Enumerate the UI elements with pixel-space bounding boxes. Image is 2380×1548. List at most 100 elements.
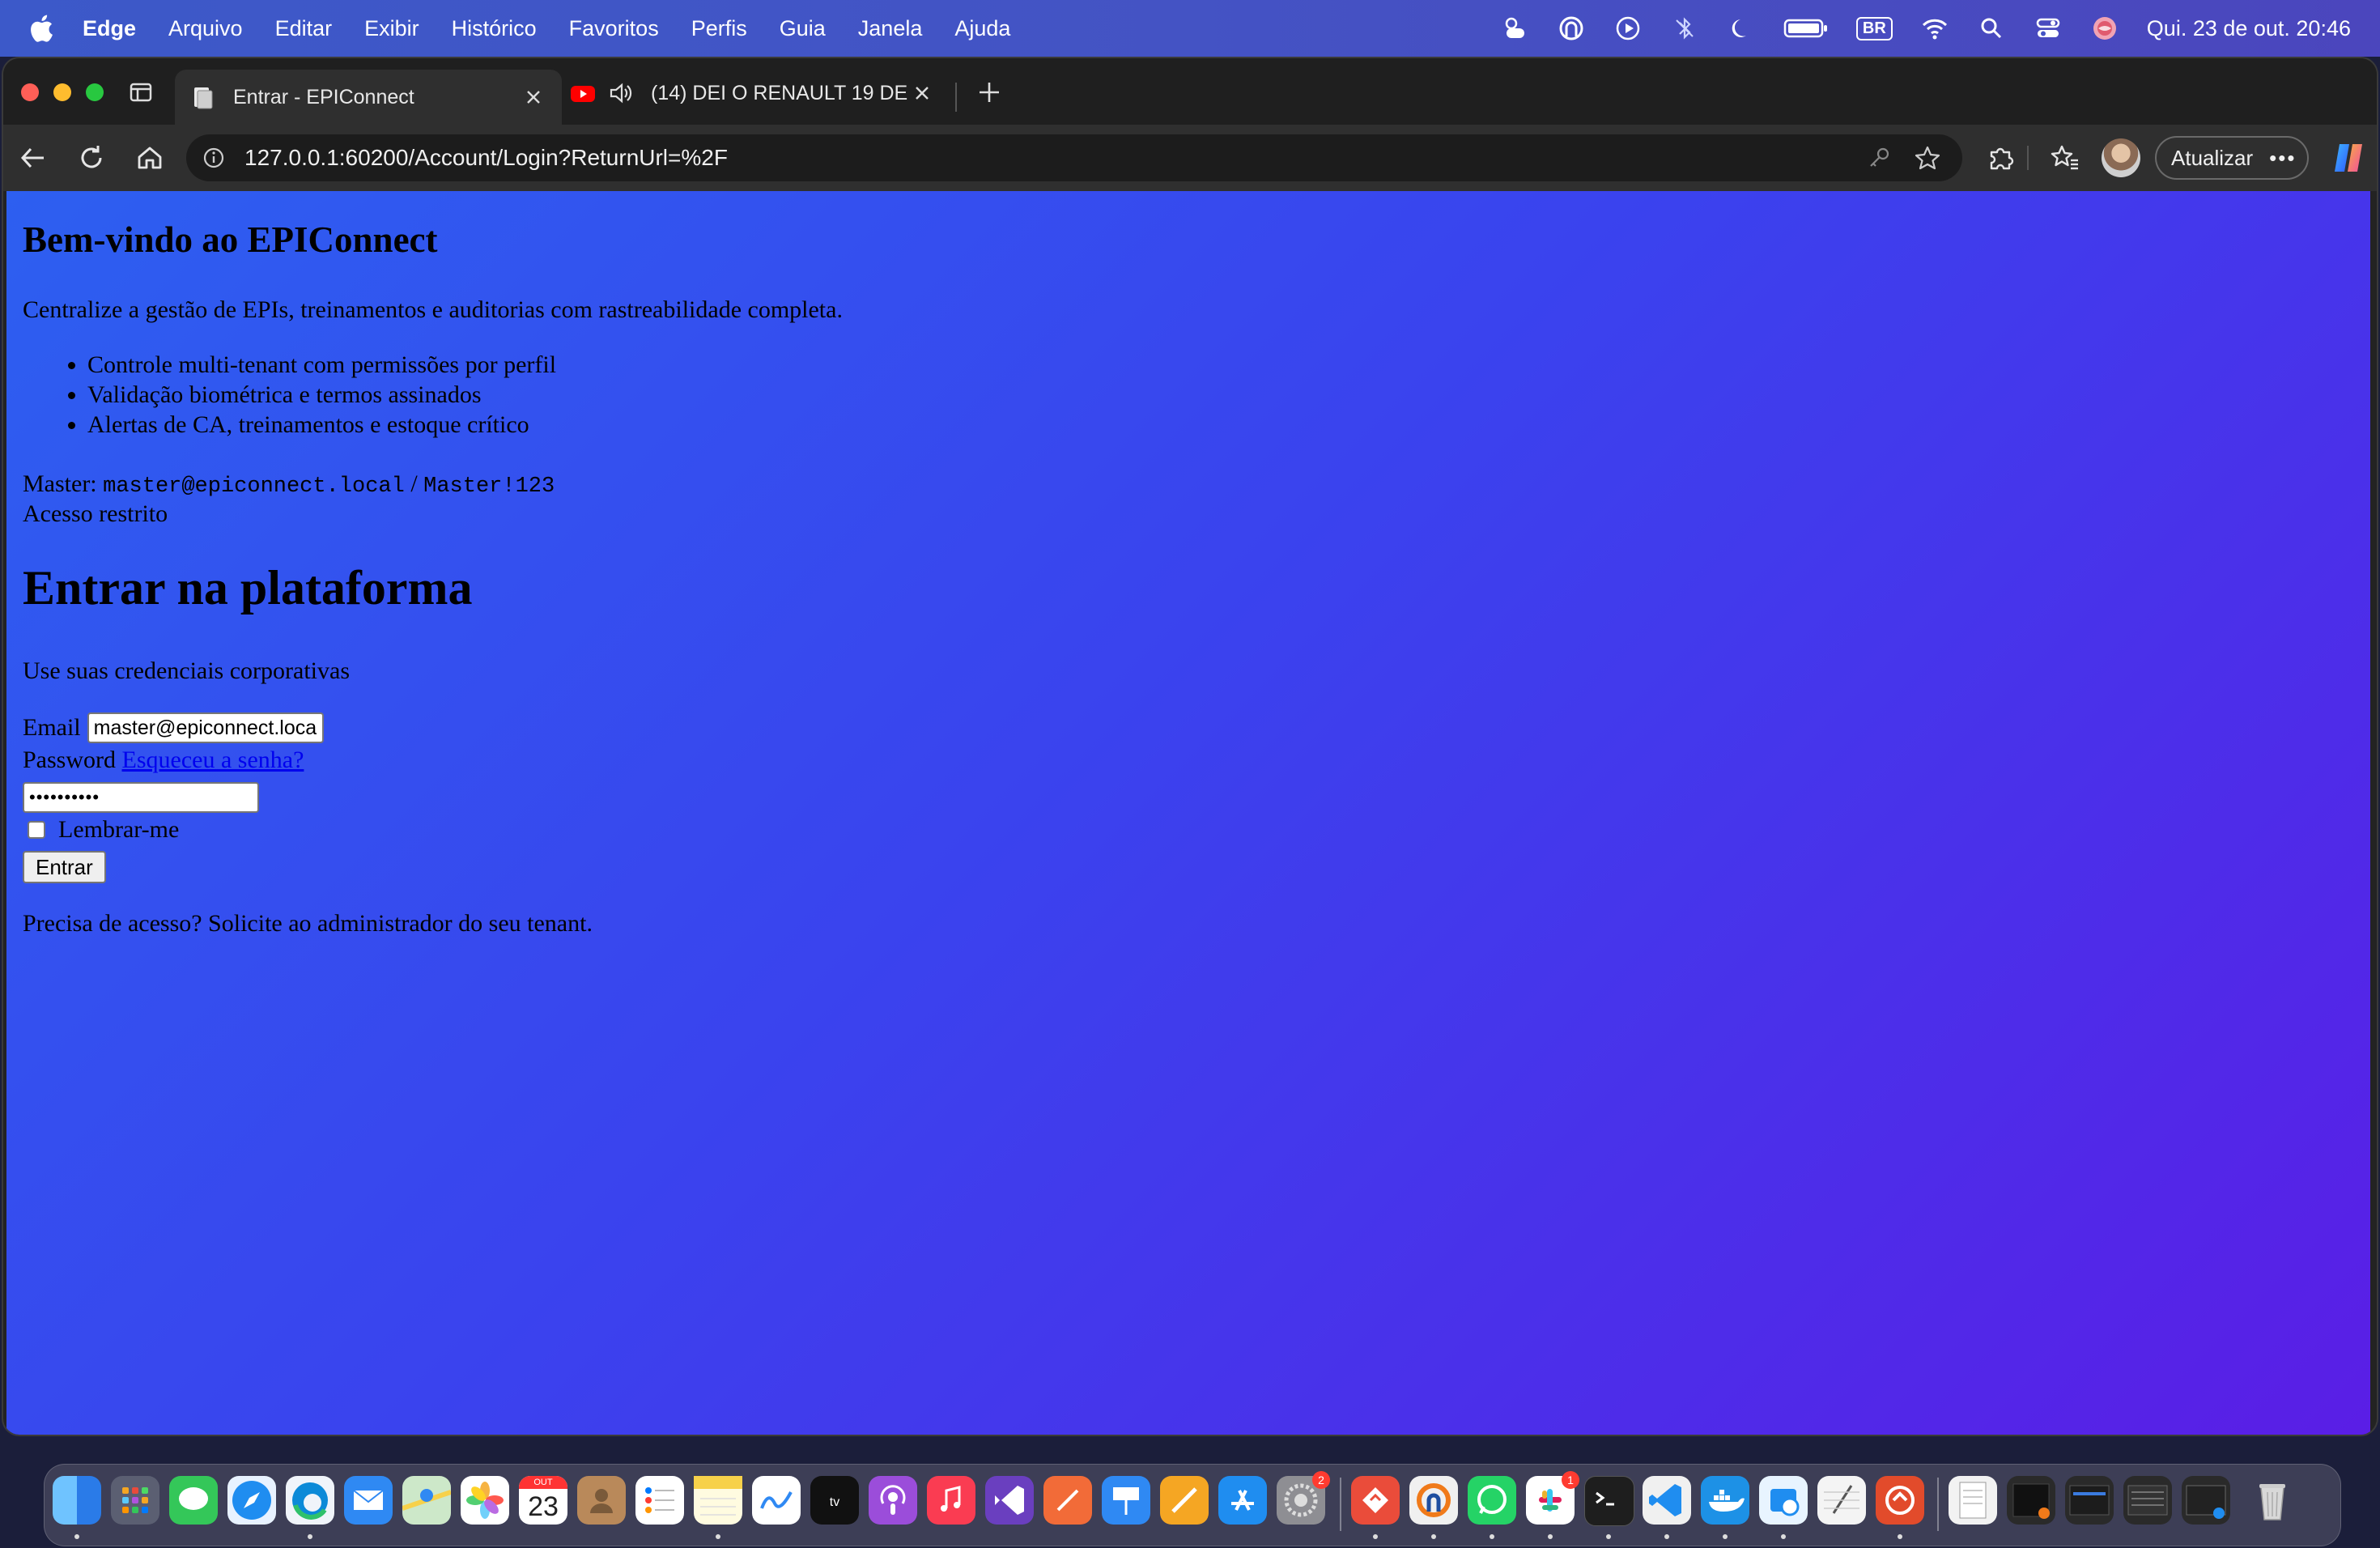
menu-ajuda[interactable]: Ajuda <box>954 16 1010 41</box>
finder-icon[interactable] <box>53 1476 101 1525</box>
add-favorite-star-icon[interactable] <box>1914 144 1941 172</box>
trash-icon[interactable] <box>2248 1476 2297 1525</box>
window-zoom-button[interactable] <box>86 83 104 101</box>
sql-client-icon[interactable] <box>1876 1476 1924 1525</box>
reload-icon[interactable] <box>74 141 108 175</box>
git-client-icon[interactable] <box>1351 1476 1400 1525</box>
master-separator: / <box>410 470 418 497</box>
minimized-window-2[interactable] <box>2065 1476 2114 1525</box>
notes-icon[interactable] <box>694 1476 742 1525</box>
url-text[interactable]: 127.0.0.1:60200/Account/Login?ReturnUrl=… <box>244 145 728 171</box>
window-close-button[interactable] <box>21 83 39 101</box>
safari-icon[interactable] <box>227 1476 276 1525</box>
running-indicator <box>1898 1534 1902 1539</box>
master-password: Master!123 <box>423 474 555 499</box>
running-indicator <box>1373 1534 1378 1539</box>
minimized-window-1[interactable] <box>2007 1476 2055 1525</box>
terminal-icon[interactable] <box>1584 1476 1634 1526</box>
back-arrow-icon[interactable] <box>16 141 50 175</box>
new-tab-icon[interactable] <box>975 78 1004 107</box>
more-dots-icon[interactable]: ••• <box>2269 146 2296 171</box>
music-icon[interactable] <box>927 1476 975 1525</box>
edge-icon[interactable] <box>286 1476 334 1525</box>
menu-favoritos[interactable]: Favoritos <box>569 16 659 41</box>
maps-icon[interactable] <box>402 1476 452 1525</box>
vpn-icon[interactable] <box>1557 14 1586 43</box>
slack-icon[interactable]: 1 <box>1526 1471 1579 1525</box>
weather-icon[interactable] <box>1500 14 1529 43</box>
vpn-app-icon[interactable] <box>1409 1476 1458 1525</box>
tab-youtube[interactable]: (14) DEI O RENAULT 19 DE <box>570 70 950 117</box>
minimized-window-4[interactable] <box>2182 1476 2230 1525</box>
tab-entrar-epiconnect[interactable]: Entrar - EPIConnect <box>175 70 562 125</box>
copilot-icon[interactable] <box>2328 138 2369 178</box>
feature-list: Controle multi-tenant com permissões por… <box>23 350 556 440</box>
menu-perfis[interactable]: Perfis <box>691 16 747 41</box>
bluetooth-off-icon[interactable] <box>1670 14 1699 43</box>
menu-historico[interactable]: Histórico <box>452 16 537 41</box>
home-icon[interactable] <box>133 141 167 175</box>
photos-icon[interactable] <box>461 1476 509 1525</box>
spotlight-search-icon[interactable] <box>1977 14 2006 43</box>
reminders-icon[interactable] <box>635 1476 684 1525</box>
apple-tv-icon[interactable]: tv <box>810 1476 859 1525</box>
text-editor-icon[interactable] <box>1817 1476 1866 1525</box>
whatsapp-icon[interactable] <box>1468 1476 1516 1525</box>
visual-studio-icon[interactable] <box>985 1476 1034 1525</box>
menu-editar[interactable]: Editar <box>275 16 333 41</box>
control-center-icon[interactable] <box>2034 14 2063 43</box>
podcasts-icon[interactable] <box>869 1476 917 1525</box>
keynote-icon[interactable] <box>1102 1476 1150 1525</box>
messages-icon[interactable] <box>169 1476 218 1525</box>
email-field[interactable] <box>87 712 324 743</box>
minimized-window-3[interactable] <box>2123 1476 2172 1525</box>
contacts-icon[interactable] <box>577 1476 626 1525</box>
menu-arquivo[interactable]: Arquivo <box>168 16 243 41</box>
menu-clock[interactable]: Qui. 23 de out. 20:46 <box>2147 16 2351 41</box>
menu-janela[interactable]: Janela <box>858 16 923 41</box>
running-indicator <box>1490 1534 1494 1539</box>
remember-me-checkbox[interactable] <box>28 821 45 839</box>
database-tool-icon[interactable] <box>1759 1476 1808 1525</box>
wifi-icon[interactable] <box>1920 14 1949 43</box>
site-info-icon[interactable] <box>202 147 225 169</box>
address-bar[interactable]: 127.0.0.1:60200/Account/Login?ReturnUrl=… <box>186 134 1962 181</box>
profile-avatar[interactable] <box>2102 138 2140 177</box>
favorites-icon[interactable] <box>2048 141 2082 175</box>
pages-icon[interactable] <box>1160 1476 1209 1525</box>
extensions-puzzle-icon[interactable] <box>1983 141 2017 175</box>
freeform-icon[interactable] <box>752 1476 801 1525</box>
play-status-icon[interactable] <box>1613 14 1643 43</box>
calendar-icon[interactable]: OUT 23 <box>519 1476 567 1525</box>
docker-icon[interactable] <box>1701 1476 1749 1525</box>
battery-icon[interactable] <box>1783 14 1829 43</box>
close-tab-icon[interactable] <box>912 83 933 104</box>
speaker-audio-icon[interactable] <box>607 79 635 107</box>
close-tab-icon[interactable] <box>523 87 544 108</box>
tab-actions-icon[interactable] <box>128 79 154 105</box>
forgot-password-link[interactable]: Esqueceu a senha? <box>122 746 304 773</box>
running-indicator <box>1548 1534 1553 1539</box>
postman-style-icon[interactable] <box>1043 1476 1092 1525</box>
system-settings-icon[interactable]: 2 <box>1277 1471 1330 1525</box>
password-key-icon[interactable] <box>1867 146 1891 170</box>
menu-guia[interactable]: Guia <box>780 16 826 41</box>
window-minimize-button[interactable] <box>53 83 71 101</box>
focus-moon-icon[interactable] <box>1727 14 1756 43</box>
document-stack-icon[interactable] <box>1949 1476 1997 1525</box>
password-label: Password <box>23 746 117 773</box>
remember-me-label[interactable]: Lembrar-me <box>58 816 179 844</box>
menu-exibir[interactable]: Exibir <box>364 16 419 41</box>
menu-app-edge[interactable]: Edge <box>83 16 136 41</box>
menu-bar: Edge Arquivo Editar Exibir Histórico Fav… <box>0 0 2380 57</box>
password-field[interactable]: •••••••••• <box>23 782 259 813</box>
vscode-icon[interactable] <box>1643 1476 1691 1525</box>
apple-logo-icon[interactable] <box>29 14 53 43</box>
app-store-icon[interactable] <box>1218 1476 1267 1525</box>
launchpad-icon[interactable] <box>111 1476 159 1525</box>
mail-icon[interactable] <box>344 1476 393 1525</box>
siri-icon[interactable] <box>2090 14 2119 43</box>
login-submit-button[interactable]: Entrar <box>23 851 106 883</box>
update-button[interactable]: Atualizar ••• <box>2155 136 2309 180</box>
input-source-badge[interactable]: BR <box>1855 16 1893 40</box>
